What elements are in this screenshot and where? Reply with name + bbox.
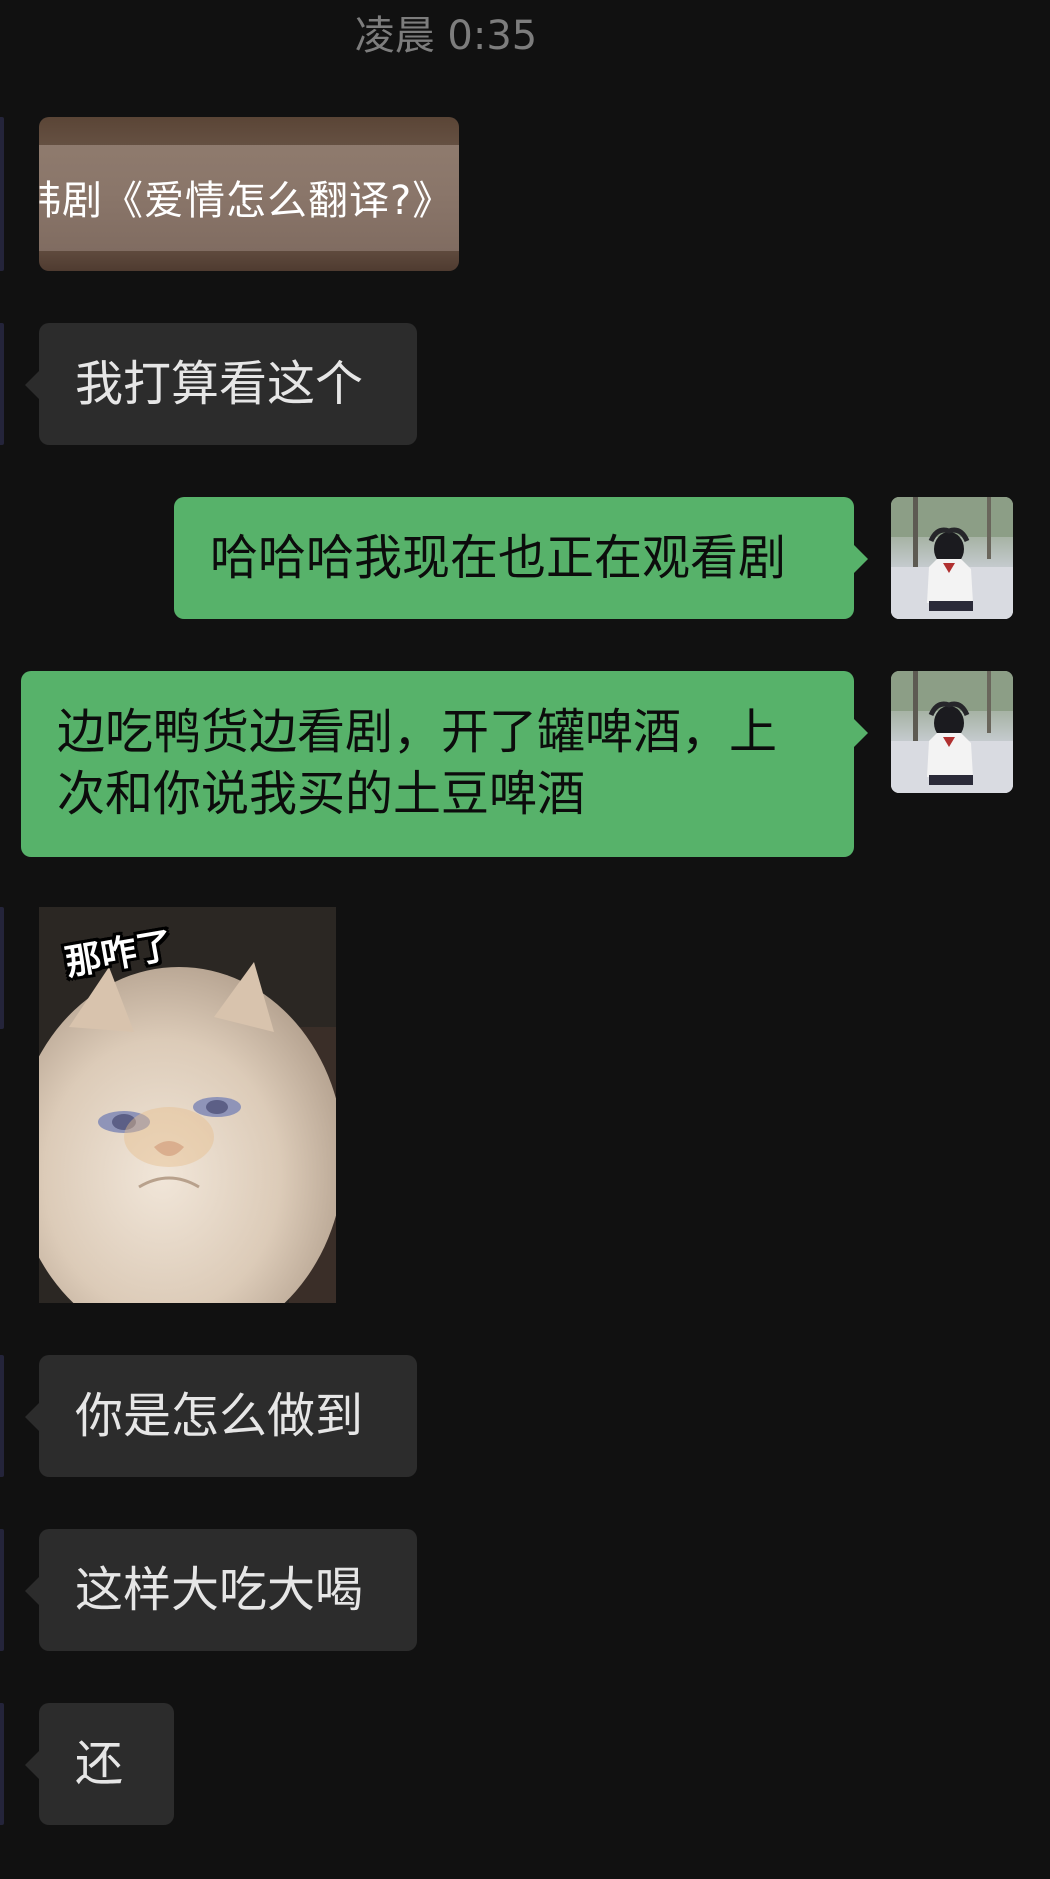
incoming-message-bubble[interactable]: 我打算看这个 xyxy=(25,323,417,445)
message-text: 我打算看这个 xyxy=(75,356,364,412)
contact-avatar-edge xyxy=(0,907,4,1029)
message-text: 边吃鸭货边看剧，开了罐啤酒，上次和你说我买的土豆啤酒 xyxy=(57,704,778,822)
incoming-message-bubble[interactable]: 这样大吃大喝 xyxy=(25,1529,417,1651)
avatar-girl-photo-icon xyxy=(891,497,1013,619)
avatar-girl-photo-icon xyxy=(891,671,1013,793)
contact-avatar-edge xyxy=(0,1355,4,1477)
sticker-message[interactable]: 那咋了 xyxy=(39,907,336,1303)
shared-image-caption: 韩剧《爱情怎么翻译?》 xyxy=(39,178,454,224)
shared-image-message[interactable]: 韩剧《爱情怎么翻译?》 xyxy=(39,117,459,271)
message-text: 哈哈哈我现在也正在观看剧 xyxy=(210,530,787,586)
incoming-message-bubble[interactable]: 你是怎么做到 xyxy=(25,1355,417,1477)
my-avatar[interactable] xyxy=(891,497,1013,619)
chat-timestamp: 凌晨 0:35 xyxy=(354,13,538,59)
contact-avatar-edge xyxy=(0,117,4,271)
message-text: 你是怎么做到 xyxy=(75,1388,364,1444)
outgoing-message-bubble[interactable]: 边吃鸭货边看剧，开了罐啤酒，上次和你说我买的土豆啤酒 xyxy=(21,671,868,857)
message-text: 还 xyxy=(75,1736,124,1792)
message-text: 这样大吃大喝 xyxy=(75,1562,364,1618)
outgoing-message-bubble[interactable]: 哈哈哈我现在也正在观看剧 xyxy=(174,497,868,619)
my-avatar[interactable] xyxy=(891,671,1013,793)
incoming-message-bubble[interactable]: 还 xyxy=(25,1703,174,1825)
contact-avatar-edge xyxy=(0,1703,4,1825)
contact-avatar-edge xyxy=(0,1529,4,1651)
contact-avatar-edge xyxy=(0,323,4,445)
